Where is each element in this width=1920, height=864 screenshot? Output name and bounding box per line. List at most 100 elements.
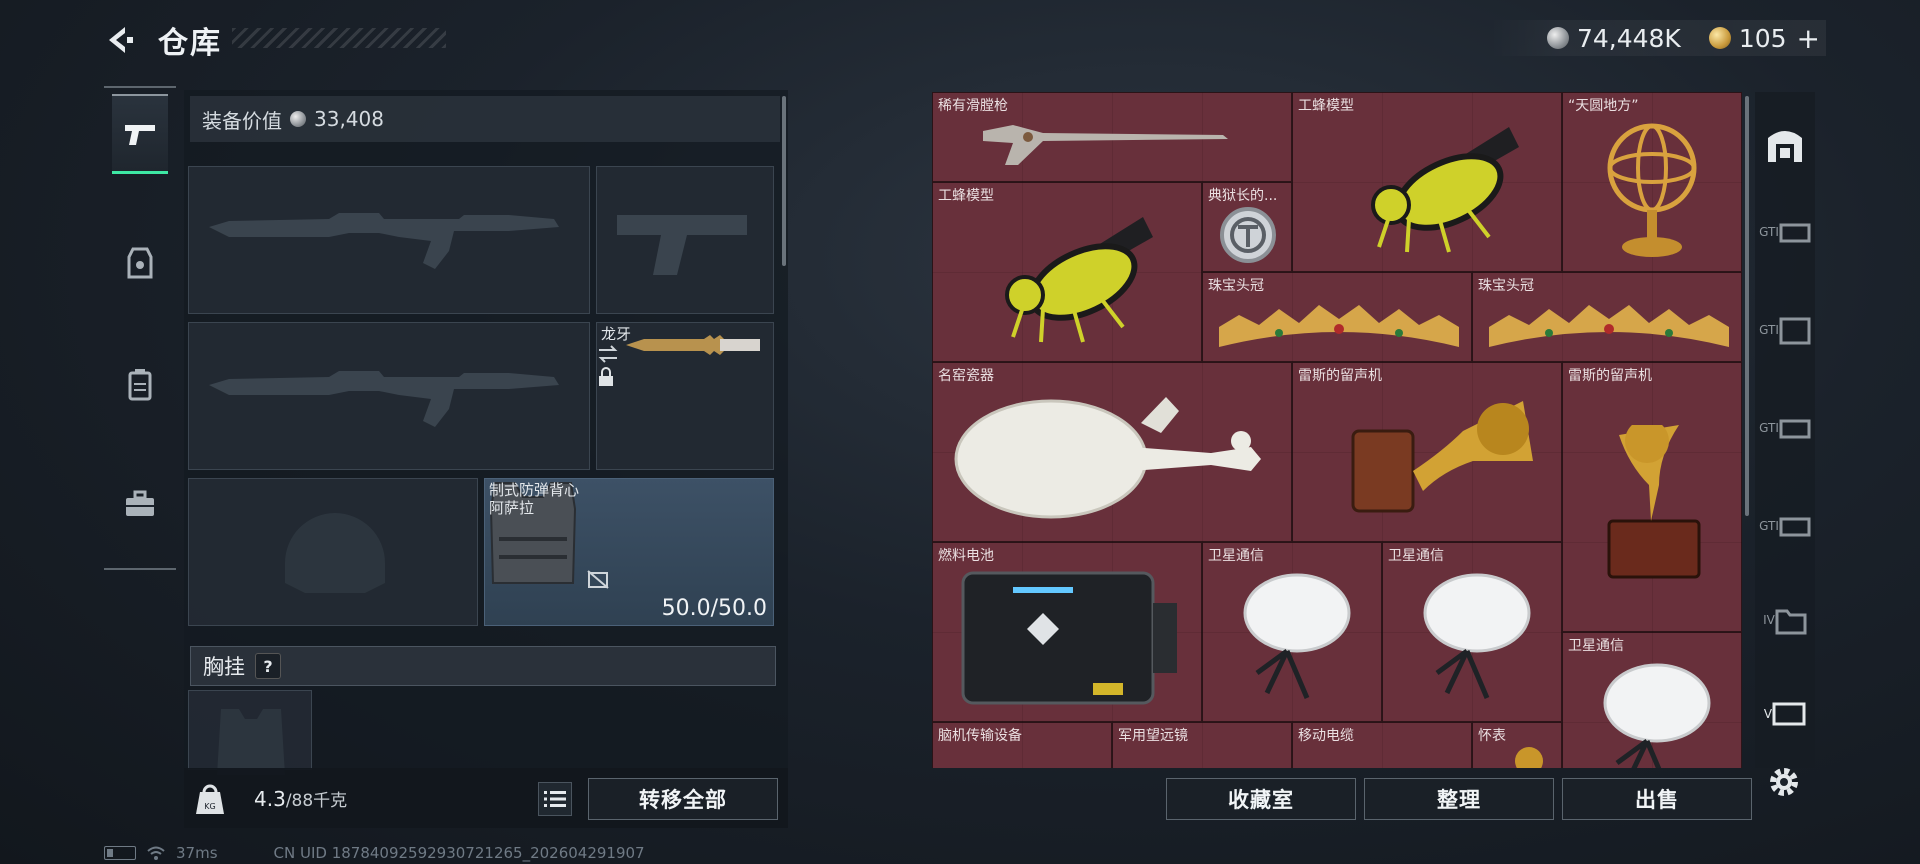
storage-item[interactable]: 工蜂模型 [1292,92,1562,272]
storage-item[interactable]: 移动电缆 [1292,722,1472,768]
title-decoration [232,28,446,48]
storage-tab-4[interactable]: GTI [1758,392,1812,464]
add-currency-button[interactable]: + [1797,22,1820,55]
storage-tab-2[interactable]: GTI [1758,196,1812,268]
currency-bar: 74,448K 105 + [1490,20,1826,56]
status-bar: 37ms CN UID 18784092592930721265_2026042… [104,844,645,862]
storage-item[interactable]: 名窑瓷器 [932,362,1292,542]
melee-slot[interactable]: 龙牙 [596,322,774,470]
rifle-silhouette-icon [209,371,559,427]
weapon-storage-icon [1779,223,1811,243]
storage-item[interactable]: 卫星通信 [1202,542,1382,722]
item-name: 卫星通信 [1388,548,1444,564]
silver-amount: 74,448K [1576,23,1681,53]
list-icon [544,791,566,807]
tab-label: IV [1763,613,1775,627]
storage-grid: 稀有滑膛枪 工蜂模型 “天圆地方” 工蜂模型 典狱长的... 珠宝头冠 珠宝头冠… [932,92,1742,768]
storage-item[interactable]: 工蜂模型 [932,182,1202,362]
storage-item[interactable]: 雷斯的留声机 [1562,362,1742,632]
gold-coin-icon [1708,27,1731,49]
swap-icon[interactable] [597,345,619,363]
repair-icon [587,570,609,589]
storage-item[interactable]: 珠宝头冠 [1202,272,1472,362]
loadout-scrollbar[interactable] [782,96,786,266]
briefcase-icon [126,490,154,516]
item-name: “天圆地方” [1568,98,1639,114]
gramophone-icon [1351,401,1533,513]
back-button[interactable] [100,20,140,60]
pocket-watch-icon [1515,747,1543,768]
storage-item[interactable]: 卫星通信 [1382,542,1562,722]
backpack-icon [128,369,152,401]
knife-icon [626,335,761,355]
storage-tab-7[interactable]: V [1758,678,1812,750]
item-name: 典狱长的... [1208,188,1278,204]
weight-display: 4.3/88千克 [254,786,347,811]
tab-weapons[interactable] [112,94,168,174]
item-name: 名窑瓷器 [938,368,994,384]
satellite-dish-icon [1243,573,1351,699]
medical-storage-icon [1779,517,1811,537]
storage-tab-5[interactable]: GTI [1758,490,1812,562]
item-name: 珠宝头冠 [1208,278,1264,294]
storage-tab-3[interactable]: GTI [1758,294,1812,366]
rifle-silhouette-icon [209,213,559,269]
tab-backpack[interactable] [112,344,168,424]
tiara-icon [1219,305,1459,347]
back-arrow-icon [109,27,133,53]
wifi-icon [147,846,165,860]
storage-item[interactable]: “天圆地方” [1562,92,1742,272]
equipment-value: 装备价值 33,408 [190,96,780,142]
chest-rig-slot[interactable] [188,690,312,775]
primary-weapon-slot[interactable] [188,166,590,314]
storage-item[interactable]: 燃料电池 [932,542,1202,722]
satellite-dish-icon [1423,573,1531,699]
item-name: 移动电缆 [1298,728,1354,744]
porcelain-vase-icon [954,397,1261,519]
storage-item[interactable]: 卫星通信 [1562,632,1742,768]
chest-rig-label: 胸挂 [203,655,245,679]
item-name: 军用望远镜 [1118,728,1188,744]
help-button[interactable]: ? [255,653,281,679]
tab-label: GTI [1759,225,1779,239]
storage-scrollbar[interactable] [1745,96,1749,516]
secondary-weapon-slot[interactable] [188,322,590,470]
storage-item[interactable]: 稀有滑膛枪 [932,92,1292,182]
storage-tab-6[interactable]: IV [1758,584,1812,656]
pistol-slot[interactable] [596,166,774,314]
gramophone-icon [1607,425,1701,579]
body-armor-slot[interactable]: 制式防弹背心 阿萨拉 50.0/50.0 [484,478,774,626]
storage-item[interactable]: 脑机传输设备 [932,722,1112,768]
helmet-slot[interactable] [188,478,478,626]
tab-label: GTI [1759,323,1779,337]
tabs-divider-bottom [104,568,176,570]
transfer-all-button[interactable]: 转移全部 [588,778,778,820]
storage-tab-all[interactable] [1758,108,1812,180]
misc-storage-icon [1772,702,1806,726]
tab-label: V [1763,707,1773,721]
chest-rig-silhouette-icon [217,709,285,775]
fuel-cell-icon [961,571,1177,705]
item-name: 珠宝头冠 [1478,278,1534,294]
tab-case[interactable] [112,464,168,544]
gear-icon [1770,768,1798,796]
collection-room-button[interactable]: 收藏室 [1166,778,1356,820]
storage-item[interactable]: 珠宝头冠 [1472,272,1742,362]
vest-durability: 50.0/50.0 [661,596,767,621]
settings-button[interactable] [1764,762,1804,802]
item-name: 雷斯的留声机 [1298,368,1382,384]
sort-button[interactable]: 整理 [1364,778,1554,820]
ping: 37ms [176,844,218,862]
weight-max: /88千克 [285,791,348,811]
storage-item[interactable]: 雷斯的留声机 [1292,362,1562,542]
list-view-button[interactable] [538,782,572,816]
sell-button[interactable]: 出售 [1562,778,1752,820]
tab-helmet[interactable] [112,224,168,304]
weight-current: 4.3 [254,787,286,811]
storage-item[interactable]: 典狱长的... [1202,182,1292,272]
pistol-icon [125,124,155,145]
storage-item[interactable]: 怀表 [1472,722,1562,768]
warehouse-icon [1768,131,1802,162]
storage-item[interactable]: 军用望远镜 [1112,722,1292,768]
weight-icon: KG [196,784,224,814]
